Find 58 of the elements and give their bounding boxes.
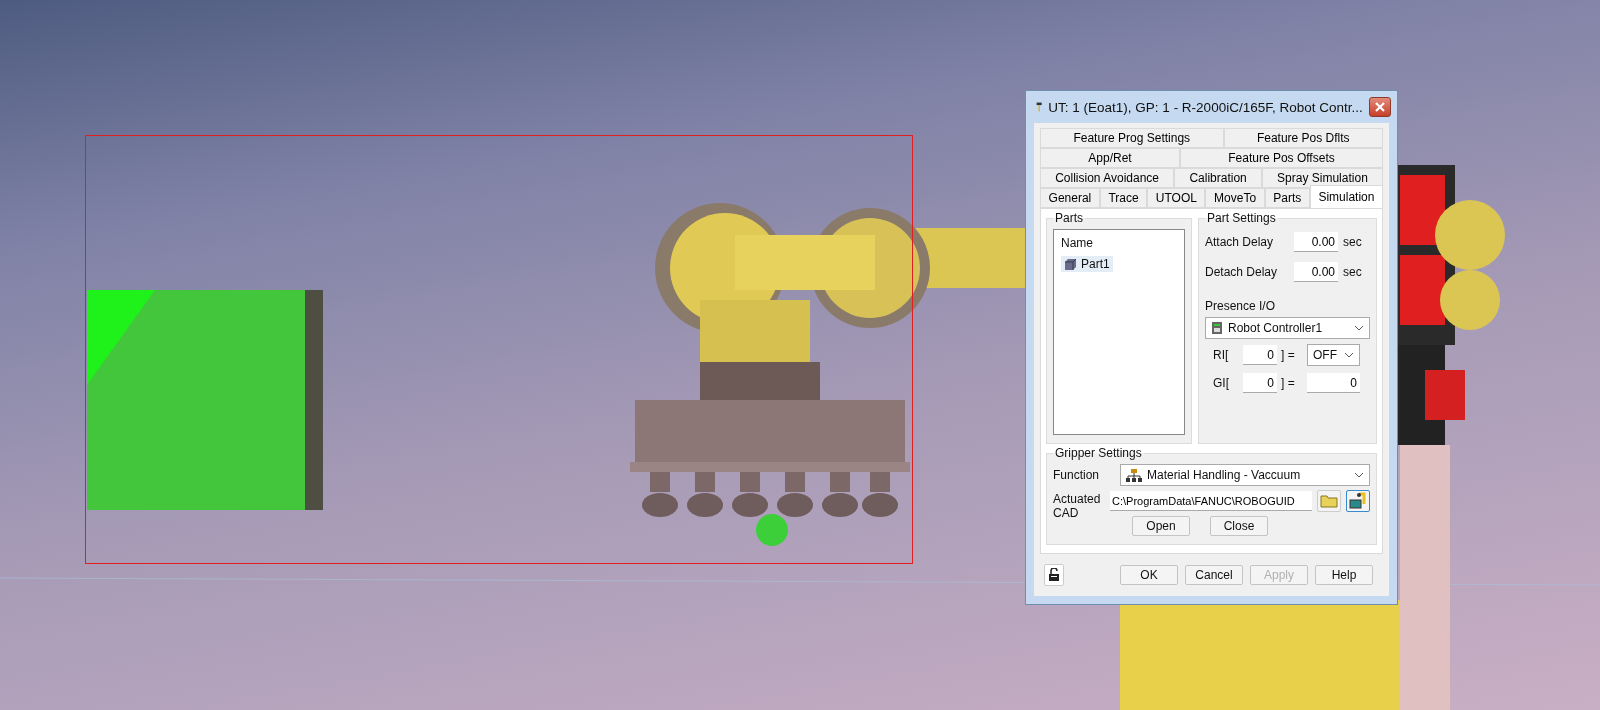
unit-label: sec [1343,265,1362,279]
group-title: Gripper Settings [1054,446,1143,460]
robot-screen-icon [1349,492,1367,510]
tab[interactable]: General [1040,188,1100,208]
tab[interactable]: Calibration [1174,168,1262,188]
caret-icon [1354,472,1364,478]
tab[interactable]: Feature Prog Settings [1040,128,1224,148]
open-button[interactable]: Open [1132,516,1190,536]
column-header: Name [1061,236,1094,250]
input-field[interactable]: 0 [1307,373,1360,393]
field-label: RI[ [1213,348,1230,362]
close-cad-button[interactable]: Close [1210,516,1268,536]
field-label: Attach Delay [1205,235,1275,249]
field-label: Actuated CAD [1053,491,1102,520]
tab[interactable]: Feature Pos Offsets [1179,148,1383,168]
unit-label: sec [1343,235,1362,249]
field-label: ] = [1281,376,1296,390]
input-field[interactable]: 0.00 [1294,262,1338,282]
tab[interactable]: Collision Avoidance [1040,168,1175,188]
window-title: UT: 1 (Eoat1), GP: 1 - R-2000iC/165F, Robot Contr... [1048,99,1363,115]
tab[interactable]: Parts [1264,188,1310,208]
field-label: ] = [1281,348,1296,362]
caret-icon [1344,352,1354,358]
tab[interactable]: Spray Simulation [1261,168,1383,188]
dropdown[interactable]: OFF [1307,344,1360,366]
input-field[interactable]: 0.00 [1294,232,1338,252]
tab[interactable]: UTOOL [1147,188,1206,208]
dialog-button[interactable]: Cancel [1185,565,1243,585]
dropdown[interactable]: Robot Controller1 [1205,317,1370,339]
input-field[interactable]: 0 [1243,345,1277,365]
tab[interactable]: Simulation [1309,185,1383,208]
close-icon [1373,102,1386,112]
field-label: Detach Delay [1205,265,1279,279]
cube-icon [1064,257,1077,271]
field-label: Function [1053,468,1101,482]
caret-icon [1354,325,1364,331]
tab[interactable]: App/Ret [1040,148,1180,168]
dropdown[interactable]: Material Handling - Vaccuum [1120,464,1370,486]
tab[interactable]: MoveTo [1205,188,1265,208]
folder-icon [1320,494,1338,508]
input-field[interactable]: C:\ProgramData\FANUC\ROBOGUID [1110,491,1312,511]
controller-icon [1211,321,1223,335]
dialog-button[interactable]: OK [1120,565,1178,585]
lock-button[interactable] [1044,564,1064,586]
sphere-drawing [756,514,788,546]
lock-icon [1048,568,1060,582]
dialog-button[interactable]: Help [1315,565,1373,585]
group-title: Parts [1054,211,1084,225]
group-title: Part Settings [1206,211,1277,225]
tab[interactable]: Trace [1099,188,1148,208]
field-label: Presence I/O [1205,299,1277,313]
hierarchy-icon [1126,468,1142,482]
close-button[interactable] [1368,97,1391,117]
robot-cad-button[interactable] [1346,490,1370,512]
field-label: GI[ [1213,376,1230,390]
input-field[interactable]: 0 [1243,373,1277,393]
part-list-item[interactable]: Part1 [1061,256,1113,272]
tab[interactable]: Feature Pos Dflts [1223,128,1383,148]
